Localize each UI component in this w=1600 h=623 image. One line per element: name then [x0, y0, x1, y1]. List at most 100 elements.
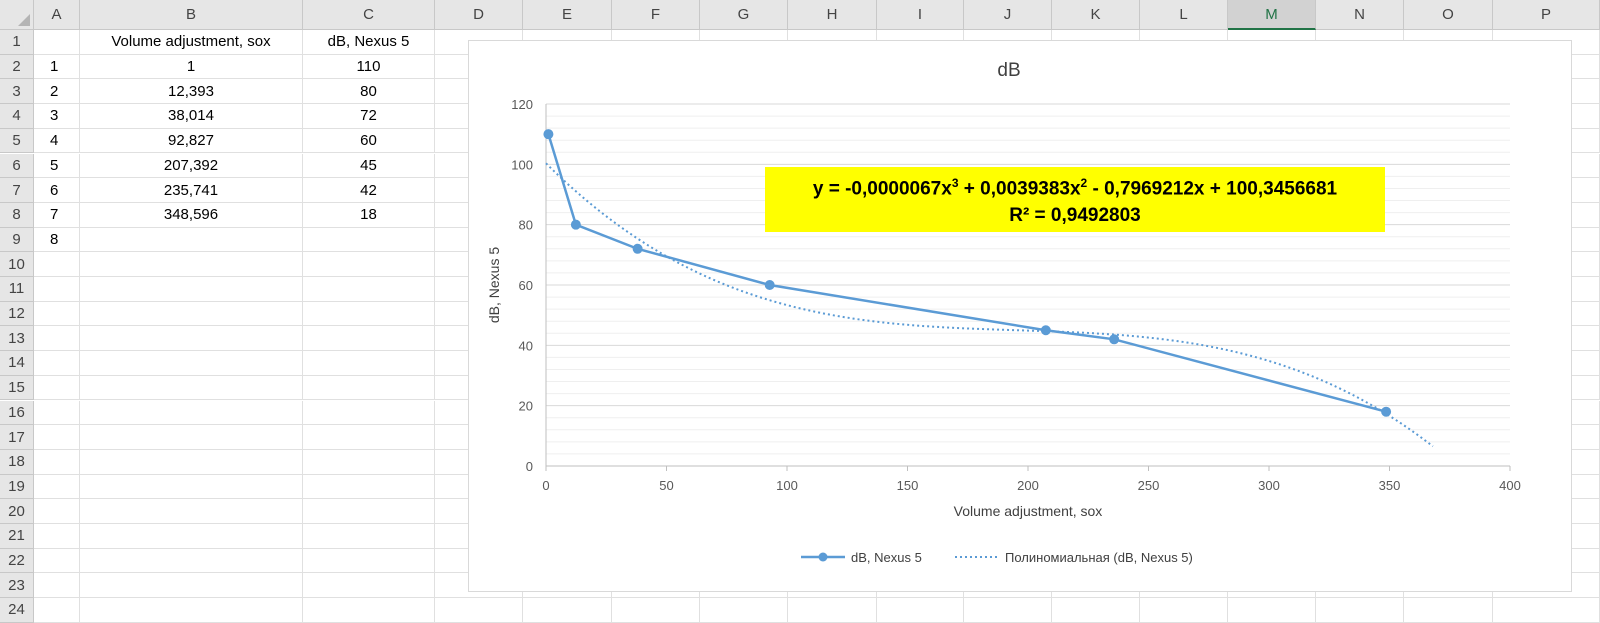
column-header-i[interactable]: I	[877, 0, 964, 30]
cell-c17[interactable]	[303, 425, 435, 450]
cell-a5[interactable]: 4	[34, 128, 80, 154]
cell-a6[interactable]: 5	[34, 153, 80, 179]
cell-a23[interactable]	[34, 573, 80, 599]
column-header-c[interactable]: C	[303, 0, 435, 30]
cell-b10[interactable]	[80, 252, 303, 277]
column-header-e[interactable]: E	[523, 0, 612, 30]
cell-c24[interactable]	[303, 598, 435, 623]
cell-b5[interactable]: 92,827	[80, 128, 303, 154]
cell-a2[interactable]: 1	[34, 54, 80, 80]
cell-n24[interactable]	[1316, 598, 1404, 623]
row-header-20[interactable]: 20	[0, 499, 34, 524]
cell-c10[interactable]	[303, 252, 435, 277]
cell-p24[interactable]	[1493, 598, 1600, 623]
cell-b8[interactable]: 348,596	[80, 202, 303, 228]
cell-c6[interactable]: 45	[303, 153, 435, 179]
cell-a4[interactable]: 3	[34, 104, 80, 129]
row-header-17[interactable]: 17	[0, 425, 34, 450]
row-header-8[interactable]: 8	[0, 202, 34, 228]
cell-b1[interactable]: Volume adjustment, sox	[80, 30, 303, 55]
cell-e24[interactable]	[523, 598, 612, 623]
cell-b2[interactable]: 1	[80, 54, 303, 80]
cell-o24[interactable]	[1404, 598, 1493, 623]
cell-c23[interactable]	[303, 573, 435, 599]
cell-g24[interactable]	[700, 598, 788, 623]
cell-c8[interactable]: 18	[303, 202, 435, 228]
cell-b7[interactable]: 235,741	[80, 178, 303, 203]
cell-c14[interactable]	[303, 351, 435, 376]
cell-b13[interactable]	[80, 326, 303, 352]
cell-c12[interactable]	[303, 301, 435, 327]
cell-a1[interactable]	[34, 30, 80, 55]
row-header-21[interactable]: 21	[0, 524, 34, 549]
column-header-d[interactable]: D	[435, 0, 523, 30]
row-header-22[interactable]: 22	[0, 548, 34, 574]
column-header-a[interactable]: A	[34, 0, 80, 30]
cell-a18[interactable]	[34, 449, 80, 475]
cell-b17[interactable]	[80, 425, 303, 450]
cell-h24[interactable]	[788, 598, 877, 623]
cell-b23[interactable]	[80, 573, 303, 599]
column-header-n[interactable]: N	[1316, 0, 1404, 30]
row-header-16[interactable]: 16	[0, 400, 34, 426]
row-header-15[interactable]: 15	[0, 375, 34, 401]
cell-c11[interactable]	[303, 277, 435, 302]
row-header-5[interactable]: 5	[0, 128, 34, 154]
cell-c15[interactable]	[303, 375, 435, 401]
row-header-2[interactable]: 2	[0, 54, 34, 80]
cell-a17[interactable]	[34, 425, 80, 450]
cell-c22[interactable]	[303, 548, 435, 574]
row-header-6[interactable]: 6	[0, 153, 34, 179]
cell-a20[interactable]	[34, 499, 80, 524]
cell-b9[interactable]	[80, 227, 303, 253]
cell-a16[interactable]	[34, 400, 80, 426]
cell-b21[interactable]	[80, 524, 303, 549]
column-header-k[interactable]: K	[1052, 0, 1140, 30]
cell-c5[interactable]: 60	[303, 128, 435, 154]
cell-b11[interactable]	[80, 277, 303, 302]
cell-b14[interactable]	[80, 351, 303, 376]
cell-a3[interactable]: 2	[34, 79, 80, 105]
row-header-3[interactable]: 3	[0, 79, 34, 105]
cell-b4[interactable]: 38,014	[80, 104, 303, 129]
cell-c7[interactable]: 42	[303, 178, 435, 203]
row-header-23[interactable]: 23	[0, 573, 34, 599]
cell-c16[interactable]	[303, 400, 435, 426]
cell-m24[interactable]	[1228, 598, 1316, 623]
cell-b3[interactable]: 12,393	[80, 79, 303, 105]
column-header-o[interactable]: O	[1404, 0, 1493, 30]
cell-a15[interactable]	[34, 375, 80, 401]
column-header-m[interactable]: M	[1228, 0, 1316, 30]
cell-j24[interactable]	[964, 598, 1052, 623]
column-header-g[interactable]: G	[700, 0, 788, 30]
column-header-l[interactable]: L	[1140, 0, 1228, 30]
row-header-7[interactable]: 7	[0, 178, 34, 203]
row-header-18[interactable]: 18	[0, 449, 34, 475]
cell-k24[interactable]	[1052, 598, 1140, 623]
cell-b16[interactable]	[80, 400, 303, 426]
row-header-19[interactable]: 19	[0, 474, 34, 500]
column-header-b[interactable]: B	[80, 0, 303, 30]
cell-a11[interactable]	[34, 277, 80, 302]
cell-c9[interactable]	[303, 227, 435, 253]
cell-b20[interactable]	[80, 499, 303, 524]
cell-b22[interactable]	[80, 548, 303, 574]
column-header-j[interactable]: J	[964, 0, 1052, 30]
cell-c4[interactable]: 72	[303, 104, 435, 129]
cell-c2[interactable]: 110	[303, 54, 435, 80]
row-header-13[interactable]: 13	[0, 326, 34, 352]
cell-a14[interactable]	[34, 351, 80, 376]
cell-b15[interactable]	[80, 375, 303, 401]
cell-c3[interactable]: 80	[303, 79, 435, 105]
cell-d24[interactable]	[435, 598, 523, 623]
row-header-9[interactable]: 9	[0, 227, 34, 253]
cell-a10[interactable]	[34, 252, 80, 277]
cell-b18[interactable]	[80, 449, 303, 475]
cell-l24[interactable]	[1140, 598, 1228, 623]
cell-b12[interactable]	[80, 301, 303, 327]
cell-a19[interactable]	[34, 474, 80, 500]
cell-c19[interactable]	[303, 474, 435, 500]
cell-i24[interactable]	[877, 598, 964, 623]
cell-a24[interactable]	[34, 598, 80, 623]
cell-b24[interactable]	[80, 598, 303, 623]
